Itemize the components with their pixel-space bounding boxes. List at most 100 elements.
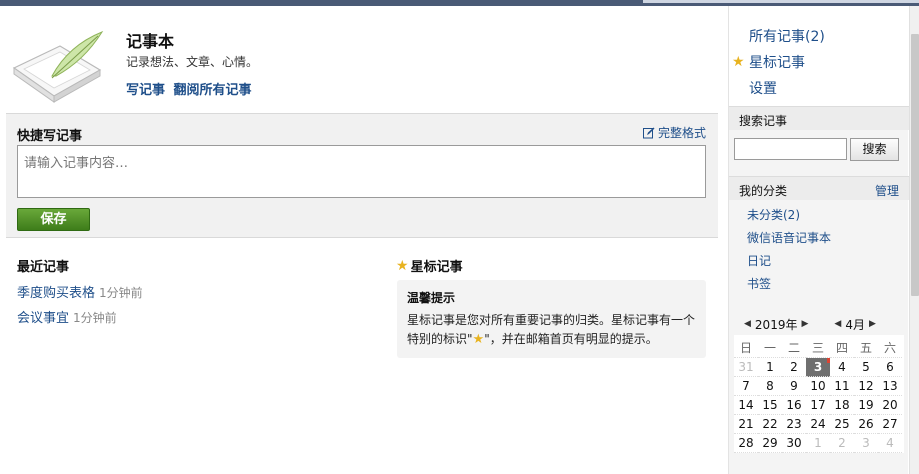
calendar-day[interactable]: 16 bbox=[782, 396, 806, 415]
calendar-day[interactable]: 31 bbox=[734, 358, 758, 377]
calendar-day[interactable]: 1 bbox=[758, 358, 782, 377]
calendar-day[interactable]: 2 bbox=[830, 434, 854, 453]
notebook-feather-icon bbox=[12, 30, 104, 103]
calendar-day[interactable]: 4 bbox=[878, 434, 902, 453]
calendar-day[interactable]: 4 bbox=[830, 358, 854, 377]
category-list: 未分类(2) 微信语音记事本 日记 书签 bbox=[747, 206, 831, 298]
calendar-month-nav: ◀ 4月 ▶ bbox=[830, 316, 879, 333]
calendar-day[interactable]: 19 bbox=[854, 396, 878, 415]
tip-line-2a: 特别的标识" bbox=[407, 332, 473, 346]
weekday-label: 五 bbox=[854, 339, 878, 358]
tip-line-1: 星标记事是您对所有重要记事的归类。星标记事有一个 bbox=[407, 313, 696, 327]
note-content-input[interactable] bbox=[17, 145, 706, 198]
prev-month-icon[interactable]: ◀ bbox=[830, 319, 845, 329]
next-year-icon[interactable]: ▶ bbox=[797, 319, 812, 329]
weekday-label: 三 bbox=[806, 339, 830, 358]
calendar-day[interactable]: 18 bbox=[830, 396, 854, 415]
category-link[interactable]: 微信语音记事本 bbox=[747, 231, 831, 245]
list-item: 季度购买表格 1分钟前 bbox=[17, 282, 143, 307]
calendar-day[interactable]: 23 bbox=[782, 415, 806, 434]
calendar-day[interactable]: 10 bbox=[806, 377, 830, 396]
search-section-header: 搜索记事 bbox=[729, 106, 909, 130]
sidebar-item-all-notes[interactable]: 所有记事(2) bbox=[749, 26, 825, 46]
calendar-day[interactable]: 12 bbox=[854, 377, 878, 396]
browse-all-notes-link[interactable]: 翻阅所有记事 bbox=[174, 83, 252, 98]
calendar-day[interactable]: 29 bbox=[758, 434, 782, 453]
full-format-label: 完整格式 bbox=[657, 126, 706, 140]
calendar-day[interactable]: 3 bbox=[854, 434, 878, 453]
calendar-year-nav: ◀ 2019年 ▶ bbox=[740, 316, 812, 333]
calendar-day[interactable]: 6 bbox=[878, 358, 902, 377]
scrollbar[interactable] bbox=[909, 6, 919, 474]
search-button[interactable]: 搜索 bbox=[850, 138, 899, 161]
weekday-label: 一 bbox=[758, 339, 782, 358]
top-bar-accent bbox=[643, 0, 919, 3]
list-item: 未分类(2) bbox=[747, 206, 831, 229]
tip-text: 星标记事是您对所有重要记事的归类。星标记事有一个 特别的标识"★"，并在邮箱首页… bbox=[407, 311, 696, 349]
sidebar-nav: 所有记事(2) ★ 星标记事 设置 bbox=[729, 6, 909, 106]
sidebar: 所有记事(2) ★ 星标记事 设置 搜索记事 搜索 我的分类 管理 未分类(2)… bbox=[728, 6, 909, 474]
notebook-header: 记事本 记录想法、文章、心情。 写记事 翻阅所有记事 bbox=[6, 6, 718, 112]
weekday-label: 二 bbox=[782, 339, 806, 358]
calendar-day[interactable]: 8 bbox=[758, 377, 782, 396]
main-content: 记事本 记录想法、文章、心情。 写记事 翻阅所有记事 快捷写记事 完整格式 保存… bbox=[6, 6, 718, 474]
starred-notes-title: 星标记事 bbox=[410, 260, 463, 275]
star-icon: ★ bbox=[396, 257, 409, 274]
star-icon: ★ bbox=[472, 332, 485, 347]
calendar-day[interactable]: 26 bbox=[854, 415, 878, 434]
note-timestamp: 1分钟前 bbox=[73, 311, 117, 325]
tip-line-2b: "，并在邮箱首页有明显的提示。 bbox=[484, 332, 658, 346]
weekday-label: 四 bbox=[830, 339, 854, 358]
calendar-day[interactable]: 9 bbox=[782, 377, 806, 396]
calendar-day[interactable]: 21 bbox=[734, 415, 758, 434]
calendar-day[interactable]: 13 bbox=[878, 377, 902, 396]
write-note-link[interactable]: 写记事 bbox=[126, 83, 165, 98]
category-link[interactable]: 书签 bbox=[747, 277, 771, 291]
calendar-day[interactable]: 27 bbox=[878, 415, 902, 434]
starred-tip-box: 温馨提示 星标记事是您对所有重要记事的归类。星标记事有一个 特别的标识"★"，并… bbox=[397, 280, 706, 358]
recent-notes-list: 季度购买表格 1分钟前 会议事宜 1分钟前 bbox=[17, 282, 143, 332]
sidebar-item-starred-notes[interactable]: 星标记事 bbox=[749, 52, 805, 72]
category-link[interactable]: 未分类(2) bbox=[747, 208, 800, 222]
calendar-day[interactable]: 15 bbox=[758, 396, 782, 415]
calendar-day[interactable]: 5 bbox=[854, 358, 878, 377]
list-item: 日记 bbox=[747, 252, 831, 275]
calendar-header: ◀ 2019年 ▶ ◀ 4月 ▶ bbox=[734, 313, 904, 335]
note-timestamp: 1分钟前 bbox=[99, 286, 143, 300]
calendar-day[interactable]: 20 bbox=[878, 396, 902, 415]
calendar-grid: 日一二三四五六 31 1 2 3 4 5 6 7 8 9 10 11 12 13 14 15 16 17 18 19 20… bbox=[734, 339, 904, 453]
calendar-day[interactable]: 30 bbox=[782, 434, 806, 453]
category-link[interactable]: 日记 bbox=[747, 254, 771, 268]
list-item: 微信语音记事本 bbox=[747, 229, 831, 252]
calendar-day[interactable]: 11 bbox=[830, 377, 854, 396]
header-links: 写记事 翻阅所有记事 bbox=[126, 79, 256, 98]
manage-categories-link[interactable]: 管理 bbox=[875, 182, 899, 199]
page-subtitle: 记录想法、文章、心情。 bbox=[126, 55, 259, 69]
calendar-day[interactable]: 28 bbox=[734, 434, 758, 453]
calendar-day[interactable]: 22 bbox=[758, 415, 782, 434]
calendar-day[interactable]: 1 bbox=[806, 434, 830, 453]
search-section-label: 搜索记事 bbox=[739, 114, 788, 128]
page-title: 记事本 bbox=[126, 32, 175, 51]
categories-label: 我的分类 bbox=[739, 184, 788, 198]
recent-note-link[interactable]: 会议事宜 bbox=[17, 311, 69, 326]
starred-notes-heading: ★ 星标记事 bbox=[396, 256, 463, 276]
prev-year-icon[interactable]: ◀ bbox=[740, 319, 755, 329]
calendar-day[interactable]: 2 bbox=[782, 358, 806, 377]
full-format-link[interactable]: 完整格式 bbox=[642, 124, 706, 141]
scrollbar-thumb[interactable] bbox=[911, 34, 919, 296]
sidebar-item-settings[interactable]: 设置 bbox=[749, 78, 777, 98]
calendar-day[interactable]: 14 bbox=[734, 396, 758, 415]
recent-note-link[interactable]: 季度购买表格 bbox=[17, 286, 95, 301]
list-item: 书签 bbox=[747, 275, 831, 298]
next-month-icon[interactable]: ▶ bbox=[865, 319, 880, 329]
save-button[interactable]: 保存 bbox=[17, 208, 90, 231]
weekday-label: 日 bbox=[734, 339, 758, 358]
calendar-day[interactable]: 24 bbox=[806, 415, 830, 434]
calendar-day[interactable]: 7 bbox=[734, 377, 758, 396]
search-input[interactable] bbox=[734, 138, 847, 160]
calendar-day[interactable]: 17 bbox=[806, 396, 830, 415]
calendar-year: 2019年 bbox=[754, 317, 798, 332]
calendar-today[interactable]: 3 bbox=[806, 358, 830, 377]
calendar-day[interactable]: 25 bbox=[830, 415, 854, 434]
